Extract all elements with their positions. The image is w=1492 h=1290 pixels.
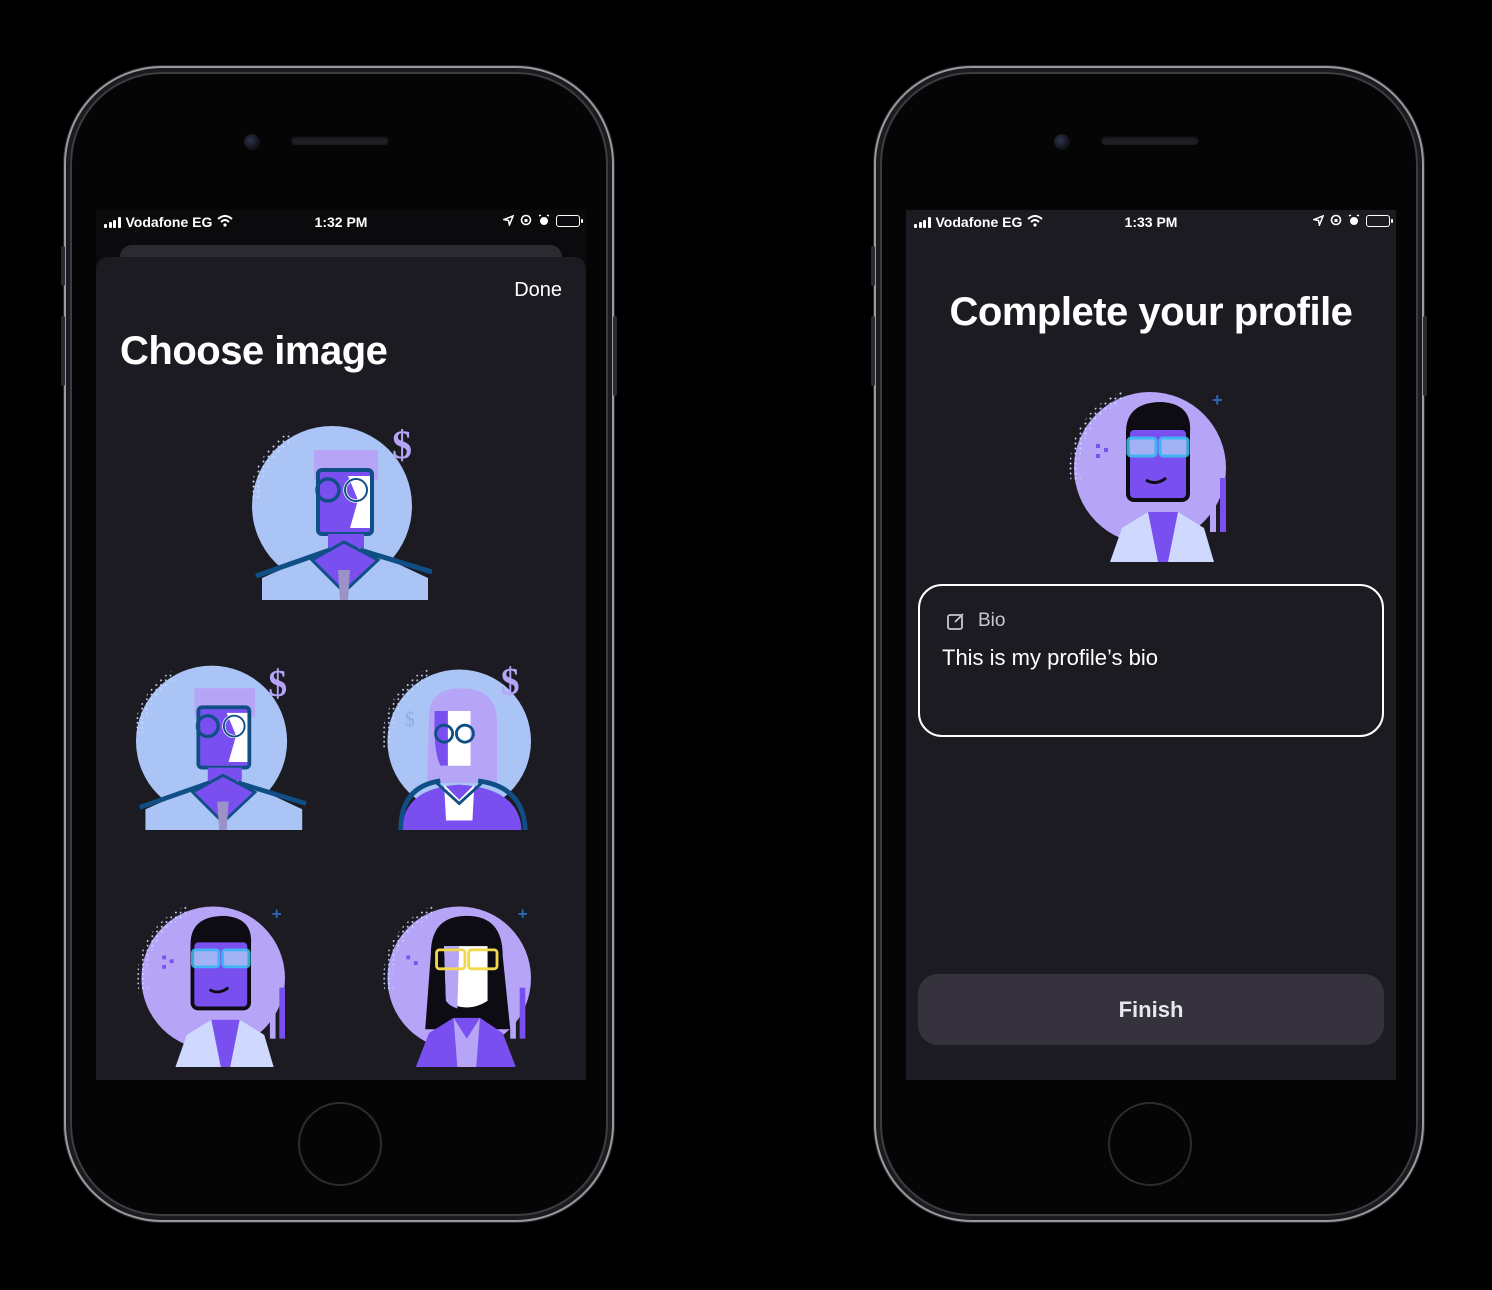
selected-avatar[interactable] [1064, 382, 1244, 562]
avatar-man-sunglasses-icon [1064, 382, 1244, 562]
alarm-icon [538, 213, 550, 229]
front-camera [244, 134, 260, 150]
complete-profile-screen: Vodafone EG 1:33 PM Complete your profil… [906, 210, 1396, 1080]
volume-up-button [871, 316, 875, 386]
status-bar: Vodafone EG 1:33 PM [906, 210, 1396, 234]
battery-icon [556, 215, 583, 227]
bio-label-text: Bio [978, 610, 1006, 631]
avatar-man-glasses-dollar-icon [252, 420, 432, 600]
page-title: Choose image [120, 329, 388, 373]
location-icon [501, 213, 515, 229]
status-icons [1311, 213, 1393, 229]
bio-field[interactable]: Bio This is my profile’s bio [918, 584, 1384, 737]
earpiece-speaker [291, 136, 389, 145]
choose-image-sheet: Done Choose image [96, 257, 586, 1080]
finish-button[interactable]: Finish [918, 974, 1384, 1045]
avatar-option-2[interactable] [136, 660, 306, 830]
avatar-option-4[interactable] [132, 897, 302, 1067]
edit-icon [946, 611, 966, 631]
avatar-man-sunglasses-icon [132, 897, 302, 1067]
bio-value[interactable]: This is my profile’s bio [942, 645, 1158, 671]
avatar-man-glasses-dollar-icon [136, 660, 306, 830]
avatar-option-5[interactable] [378, 897, 548, 1067]
avatar-woman-sunglasses-icon [378, 897, 548, 1067]
bio-label: Bio [946, 610, 1005, 632]
rotation-lock-icon [520, 213, 532, 229]
status-icons [501, 213, 583, 229]
status-bar: Vodafone EG 1:32 PM [96, 210, 586, 234]
earpiece-speaker [1101, 136, 1199, 145]
choose-image-screen: Vodafone EG 1:32 PM Done Choose image [96, 210, 586, 1080]
avatar-option-3[interactable] [378, 660, 548, 830]
location-icon [1311, 213, 1325, 229]
alarm-icon [1348, 213, 1360, 229]
power-button [1423, 316, 1427, 396]
rotation-lock-icon [1330, 213, 1342, 229]
avatar-option-1[interactable] [252, 420, 432, 600]
battery-icon [1366, 215, 1393, 227]
page-title: Complete your profile [949, 290, 1353, 334]
front-camera [1054, 134, 1070, 150]
avatar-woman-glasses-dollar-icon [378, 660, 548, 830]
home-button[interactable] [298, 1102, 382, 1186]
power-button [613, 316, 617, 396]
mute-switch [871, 246, 875, 286]
home-button[interactable] [1108, 1102, 1192, 1186]
done-button[interactable]: Done [514, 279, 562, 302]
volume-up-button [61, 316, 65, 386]
mute-switch [61, 246, 65, 286]
